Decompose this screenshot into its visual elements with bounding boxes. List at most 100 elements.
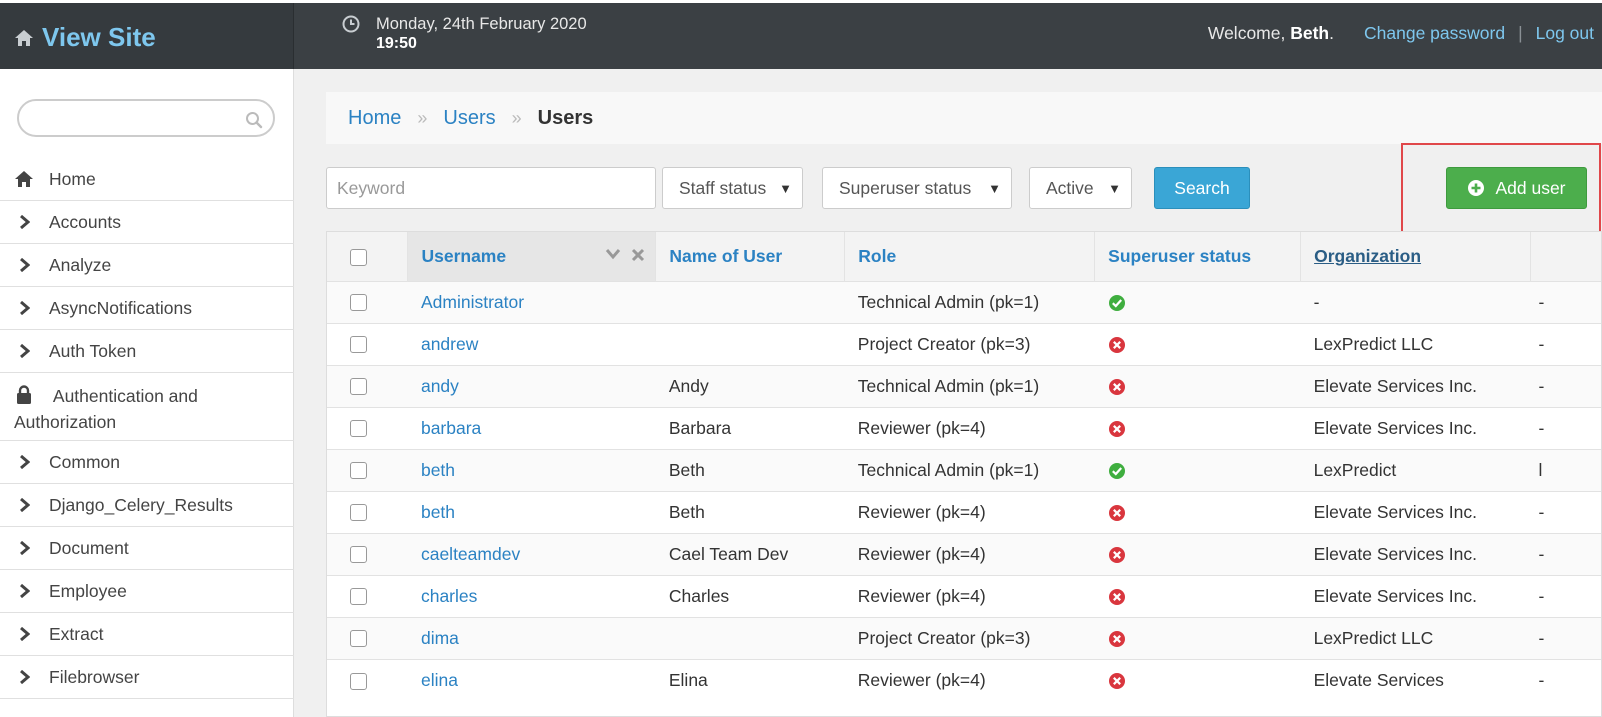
table-header-row: Username Name of User Role Superuser sta…	[327, 232, 1601, 281]
chevron-right-icon	[14, 341, 34, 361]
sidebar-item-label: Authentication and Authorization	[14, 386, 198, 432]
superuser-cell	[1095, 575, 1301, 617]
add-user-label: Add user	[1495, 177, 1566, 198]
search-button[interactable]: Search	[1154, 167, 1250, 209]
breadcrumb-users-app[interactable]: Users	[443, 107, 495, 130]
column-name-of-user[interactable]: Name of User	[655, 232, 846, 281]
sidebar-item-filebrowser[interactable]: Filebrowser	[0, 656, 294, 699]
username-link[interactable]: beth	[421, 460, 455, 480]
username-cell: andrew	[408, 323, 656, 365]
row-select-cell	[327, 617, 408, 659]
sidebar-item-common[interactable]: Common	[0, 441, 294, 484]
column-organization[interactable]: Organization	[1300, 232, 1532, 281]
extra-cell: -	[1538, 669, 1545, 690]
top-header: View Site Monday, 24th February 2020 19:…	[0, 0, 1602, 72]
breadcrumb: Home » Users » Users	[326, 92, 1602, 144]
row-checkbox[interactable]	[350, 504, 367, 522]
sidebar-item-label: Document	[49, 537, 129, 558]
row-checkbox[interactable]	[350, 336, 367, 354]
superuser-cell	[1095, 617, 1301, 659]
organization-cell: LexPredict LLC	[1313, 333, 1434, 354]
current-date: Monday, 24th February 2020	[376, 15, 587, 33]
active-select[interactable]: Active ▼	[1029, 167, 1132, 209]
role-cell: Project Creator (pk=3)	[857, 627, 1031, 648]
sidebar-item-accounts[interactable]: Accounts	[0, 201, 294, 244]
username-cell: beth	[408, 449, 656, 491]
x-circle-icon	[1108, 336, 1125, 353]
username-link[interactable]: Administrator	[421, 292, 524, 312]
username-link[interactable]: andy	[421, 376, 459, 396]
column-username[interactable]: Username	[407, 232, 657, 281]
superuser-status-select[interactable]: Superuser status ▼	[822, 167, 1012, 209]
username-link[interactable]: beth	[421, 502, 455, 522]
row-checkbox[interactable]	[350, 294, 367, 312]
select-all-checkbox[interactable]	[350, 248, 367, 266]
x-circle-icon	[1108, 504, 1125, 521]
sidebar-item-home[interactable]: Home	[0, 158, 294, 201]
row-checkbox[interactable]	[350, 546, 367, 564]
username-link[interactable]: andrew	[421, 334, 478, 354]
sidebar-item-auth-token[interactable]: Auth Token	[0, 330, 294, 373]
username-link[interactable]: barbara	[421, 418, 481, 438]
table-row: dima Project Creator (pk=3) LexPredict LLC…	[327, 617, 1601, 659]
x-circle-icon	[1108, 378, 1125, 395]
role-cell: Technical Admin (pk=1)	[857, 459, 1040, 480]
name-cell	[656, 281, 845, 323]
row-select-cell	[327, 323, 408, 365]
username-link[interactable]: elina	[421, 670, 458, 690]
row-checkbox[interactable]	[350, 672, 367, 690]
role-cell: Reviewer (pk=4)	[857, 501, 986, 522]
logout-link[interactable]: Log out	[1536, 23, 1594, 44]
sidebar-item-employee[interactable]: Employee	[0, 570, 294, 613]
view-site-link[interactable]: View Site	[0, 3, 294, 72]
x-circle-icon	[1108, 546, 1125, 563]
organization-cell: Elevate Services Inc.	[1313, 501, 1477, 522]
sidebar-item-django-celery-results[interactable]: Django_Celery_Results	[0, 484, 294, 527]
sidebar-item-asyncnotifications[interactable]: AsyncNotifications	[0, 287, 294, 330]
chevron-right-icon	[14, 212, 34, 232]
superuser-cell	[1095, 659, 1301, 701]
staff-status-select[interactable]: Staff status ▼	[662, 167, 803, 209]
name-cell: Beth	[668, 501, 705, 522]
sidebar-item-analyze[interactable]: Analyze	[0, 244, 294, 287]
add-user-button[interactable]: Add user	[1446, 167, 1587, 209]
username-cell: barbara	[408, 407, 656, 449]
remove-sort-icon[interactable]	[631, 248, 645, 262]
sidebar-item-extract[interactable]: Extract	[0, 613, 294, 656]
sidebar-item-document[interactable]: Document	[0, 527, 294, 570]
sidebar-item-label: Auth Token	[49, 340, 137, 361]
change-password-link[interactable]: Change password	[1364, 23, 1505, 44]
breadcrumb-home[interactable]: Home	[348, 107, 401, 130]
row-checkbox[interactable]	[350, 630, 367, 648]
brand-title[interactable]: View Site	[42, 22, 156, 53]
role-cell: Reviewer (pk=4)	[857, 669, 986, 690]
table-row: andy Andy Technical Admin (pk=1) Elevate Se…	[327, 365, 1601, 407]
column-role[interactable]: Role	[844, 232, 1096, 281]
username-link[interactable]: charles	[421, 586, 477, 606]
username-cell: charles	[408, 575, 656, 617]
username-link[interactable]: caelteamdev	[421, 544, 520, 564]
table-row: andrew Project Creator (pk=3) LexPredict L…	[327, 323, 1601, 365]
sidebar-item-authentication[interactable]: Authentication and Authorization	[0, 373, 294, 441]
sort-descending-icon[interactable]	[605, 248, 621, 260]
column-superuser-status[interactable]: Superuser status	[1094, 232, 1302, 281]
keyword-search-input[interactable]	[326, 167, 656, 209]
x-circle-icon	[1108, 420, 1125, 437]
select-value: Staff status	[679, 177, 767, 198]
search-icon[interactable]	[245, 111, 263, 129]
username-link[interactable]: dima	[421, 628, 459, 648]
home-icon	[14, 169, 34, 189]
sidebar-item-label: Employee	[49, 580, 127, 601]
home-icon	[15, 29, 33, 46]
row-checkbox[interactable]	[350, 420, 367, 438]
sidebar-item-label: Filebrowser	[49, 666, 140, 687]
row-checkbox[interactable]	[350, 588, 367, 606]
select-all-header	[327, 232, 409, 281]
table-row: charles Charles Reviewer (pk=4) Elevate Ser…	[327, 575, 1601, 617]
name-cell: Elina	[668, 669, 708, 690]
superuser-cell	[1095, 323, 1301, 365]
sidebar-search-input[interactable]	[17, 99, 275, 137]
row-checkbox[interactable]	[350, 462, 367, 480]
row-checkbox[interactable]	[350, 378, 367, 396]
organization-cell: LexPredict	[1313, 459, 1397, 480]
